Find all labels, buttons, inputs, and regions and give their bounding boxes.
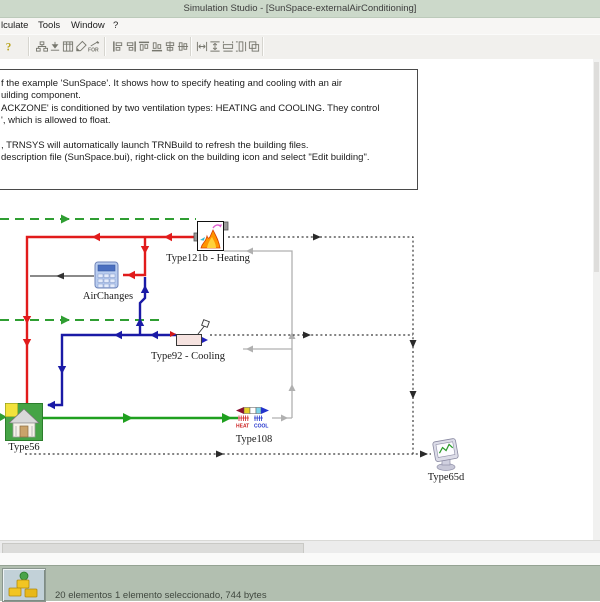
- component-type121b-heating[interactable]: Type121b - Heating: [166, 220, 250, 264]
- description-line: ACKZONE' is conditioned by two ventilati…: [1, 102, 380, 114]
- link-black-airchanges[interactable]: [30, 272, 94, 280]
- link-green-dashed-arrows: [0, 214, 70, 421]
- component-type108-thermostat[interactable]: HEAT COOL Type108: [234, 405, 274, 445]
- vertical-scrollbar-thumb[interactable]: [594, 62, 599, 272]
- align-left-icon[interactable]: [112, 37, 124, 56]
- component-label: Type56: [8, 442, 40, 453]
- project-description-box[interactable]: f the example 'SunSpace'. It shows how t…: [0, 69, 418, 190]
- component-type92-cooling[interactable]: Type92 - Cooling: [151, 318, 225, 362]
- align-center-h-icon[interactable]: [164, 37, 176, 56]
- component-type56-building[interactable]: Type56: [5, 403, 43, 453]
- same-size-icon[interactable]: [248, 37, 260, 56]
- menu-item-window[interactable]: Window: [71, 20, 105, 31]
- toolbar: ? FOR: [0, 34, 600, 60]
- description-line: ', which is allowed to float.: [1, 115, 111, 127]
- link-green-solid[interactable]: [43, 413, 238, 423]
- status-selection-info: 1 elemento seleccionado, 744 bytes: [115, 590, 267, 601]
- link-gray-control[interactable]: [224, 250, 293, 419]
- link-blue-arrows: [47, 285, 158, 410]
- help-key-icon[interactable]: ?: [3, 37, 15, 56]
- svg-text:?: ?: [6, 42, 12, 53]
- component-airchanges[interactable]: AirChanges: [83, 261, 133, 302]
- columns-icon[interactable]: [62, 37, 74, 56]
- window-gap-strip: [0, 553, 600, 565]
- horizontal-scrollbar[interactable]: [0, 540, 600, 554]
- menu-item-tools[interactable]: Tools: [38, 20, 60, 31]
- space-horizontal-icon[interactable]: [196, 37, 208, 56]
- component-type65d-plotter[interactable]: Type65d: [428, 438, 465, 483]
- menu-item-calculate[interactable]: lculate: [1, 20, 28, 31]
- align-top-icon[interactable]: [138, 37, 150, 56]
- selected-element-preview: [2, 568, 46, 602]
- align-bottom-icon[interactable]: [151, 37, 163, 56]
- same-height-icon[interactable]: [235, 37, 247, 56]
- cool-label: COOL: [254, 424, 268, 430]
- status-element-count: 20 elementos: [55, 590, 113, 601]
- status-bar: 20 elementos 1 elemento seleccionado, 74…: [0, 565, 600, 602]
- calculator-icon: [94, 261, 119, 289]
- toolbar-group: ?: [3, 37, 15, 56]
- description-line: uilding component.: [1, 90, 81, 102]
- house-icon: [5, 403, 43, 441]
- thermostat-icon: HEAT COOL: [236, 407, 269, 430]
- menu-item-help[interactable]: ?: [113, 20, 118, 31]
- description-line: [1, 128, 413, 140]
- monitor-plot-icon: [432, 438, 459, 471]
- heat-label: HEAT: [236, 424, 249, 430]
- toolbar-separator: [262, 37, 264, 56]
- menu-bar: lculate Tools Window ?: [0, 18, 600, 34]
- space-vertical-icon[interactable]: [209, 37, 221, 56]
- component-label: Type92 - Cooling: [151, 351, 225, 362]
- assembly-blocks-icon: [8, 571, 38, 598]
- toolbar-group: [196, 37, 260, 56]
- toolbar-group: FOR: [36, 37, 100, 56]
- title-bar: Simulation Studio - [SunSpace-externalAi…: [0, 0, 600, 18]
- component-label: Type121b - Heating: [166, 253, 250, 264]
- link-gray-arrows: [246, 247, 296, 422]
- component-label: Type65d: [427, 472, 465, 483]
- for-loop-icon[interactable]: FOR: [88, 37, 100, 56]
- toolbar-separator: [28, 37, 30, 56]
- same-width-icon[interactable]: [222, 37, 234, 56]
- link-green-dashed[interactable]: [0, 218, 196, 418]
- toolbar-separator: [104, 37, 106, 56]
- description-line: , TRNSYS will automatically launch TRNBu…: [1, 139, 309, 151]
- link-dotted-plotter[interactable]: [25, 236, 431, 455]
- description-line: f the example 'SunSpace'. It shows how t…: [1, 78, 343, 89]
- description-line: description file (SunSpace.bui), right-c…: [1, 152, 370, 164]
- vertical-scrollbar[interactable]: [593, 59, 600, 540]
- cooling-coil-icon: [170, 319, 210, 346]
- workspace-canvas: f the example 'SunSpace'. It shows how t…: [0, 59, 593, 540]
- brush-icon[interactable]: [75, 37, 87, 56]
- svg-text:FOR: FOR: [88, 48, 99, 53]
- component-label: Type108: [235, 434, 273, 445]
- direct-access-icon[interactable]: [49, 37, 61, 56]
- align-center-v-icon[interactable]: [177, 37, 189, 56]
- component-label: AirChanges: [82, 291, 134, 302]
- toolbar-group: [112, 37, 189, 56]
- furnace-icon: [193, 221, 229, 251]
- align-right-icon[interactable]: [125, 37, 137, 56]
- hierarchy-icon[interactable]: [36, 37, 48, 56]
- window-title: Simulation Studio - [SunSpace-externalAi…: [183, 3, 417, 14]
- toolbar-separator: [190, 37, 192, 56]
